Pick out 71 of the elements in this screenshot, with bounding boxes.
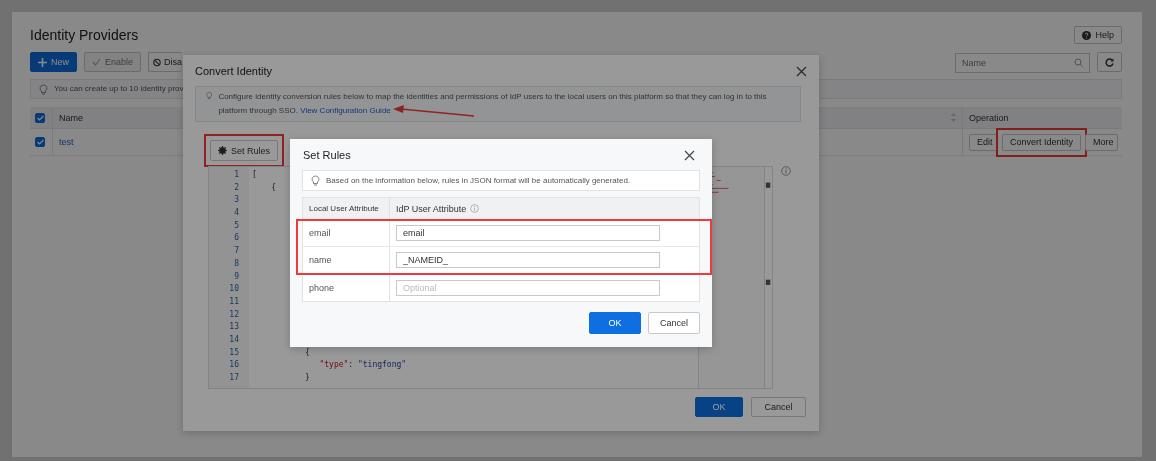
arrow-icon [392, 104, 475, 117]
line-number: 2 [233, 181, 240, 194]
lightbulb-icon [206, 90, 213, 101]
help-icon [1082, 30, 1092, 40]
provider-link[interactable]: test [59, 137, 74, 147]
attribute-label: email [309, 228, 331, 238]
code-line: } [303, 373, 310, 382]
lightbulb-icon [311, 175, 320, 186]
refresh-icon [1105, 57, 1114, 67]
dialog-title: Convert Identity [195, 65, 273, 77]
refresh-button[interactable] [1097, 52, 1122, 72]
sort-icon [951, 113, 956, 122]
line-number: 15 [228, 346, 240, 359]
column-header: Name [59, 112, 83, 123]
info-icon [470, 204, 480, 213]
help-button[interactable]: Help [1074, 26, 1122, 44]
line-number: 8 [233, 257, 240, 270]
info-icon [781, 166, 791, 176]
column-header: Operation [969, 112, 1009, 123]
dialog-title: Set Rules [303, 149, 351, 161]
prohibited-icon [153, 57, 162, 67]
dialog-button[interactable]: OK [589, 312, 641, 334]
action-button[interactable]: Edit [969, 133, 998, 151]
close-button[interactable] [684, 149, 695, 161]
action-button[interactable]: More [1084, 133, 1118, 151]
checkmark-icon [92, 58, 101, 66]
search-icon [1074, 57, 1083, 67]
code-line: "type": "tingfong" [318, 360, 407, 370]
notice-text: Configure identity conversion rules below to map the identities and permissions of IdP users to the local users on this platform so that they can log in to this platform through SSO. View Configuration Guide [218, 91, 768, 118]
gear-icon [218, 146, 227, 155]
dialog-button[interactable]: OK [695, 397, 743, 417]
code-line: [ [252, 170, 257, 179]
dialog-button[interactable]: Cancel [648, 312, 700, 334]
code-line: { [270, 182, 277, 192]
line-number: 4 [233, 207, 240, 220]
column-header: IdP User Attribute [396, 203, 467, 214]
notice-text: Based on the information below, rules in JSON format will be automatically generated. [326, 174, 631, 187]
toolbar-button[interactable]: New [30, 52, 77, 72]
dialog-button[interactable]: Cancel [751, 397, 806, 417]
toolbar-button[interactable]: Disa [148, 52, 183, 72]
action-button[interactable]: Convert Identity [1001, 133, 1081, 151]
line-number: 3 [233, 194, 240, 207]
line-number: 1 [233, 169, 240, 181]
line-number: 6 [233, 232, 240, 245]
attribute-label: name [309, 255, 332, 265]
lightbulb-icon [39, 83, 48, 95]
attribute-field[interactable]: Optional [396, 279, 660, 296]
search-field[interactable]: Name [955, 53, 1090, 73]
attribute-label: phone [309, 282, 335, 293]
code-line: { [303, 347, 310, 357]
line-number: 13 [228, 321, 240, 334]
line-number: 17 [228, 372, 240, 384]
close-button[interactable] [796, 65, 807, 77]
row-checkbox[interactable] [35, 137, 45, 147]
set-rules-button[interactable]: Set Rules [210, 140, 279, 161]
notice-text: You can create up to 10 identity prov [54, 83, 184, 95]
line-number: 11 [228, 295, 240, 308]
attribute-field[interactable]: email [396, 225, 660, 241]
line-number: 5 [233, 219, 240, 232]
select-all-checkbox[interactable] [35, 112, 45, 123]
line-number: 7 [233, 245, 240, 258]
line-number: 16 [228, 359, 240, 372]
guide-link[interactable]: View Configuration Guide [300, 106, 391, 115]
line-number: 12 [228, 308, 240, 321]
plus-icon [38, 57, 47, 67]
attribute-field[interactable]: _NAMEID_ [396, 252, 660, 268]
line-number: 14 [228, 333, 240, 346]
page-title: Identity Providers [30, 27, 139, 43]
line-number: 9 [233, 270, 240, 283]
column-header: Local User Attribute [309, 204, 379, 213]
line-number: 10 [228, 283, 240, 296]
